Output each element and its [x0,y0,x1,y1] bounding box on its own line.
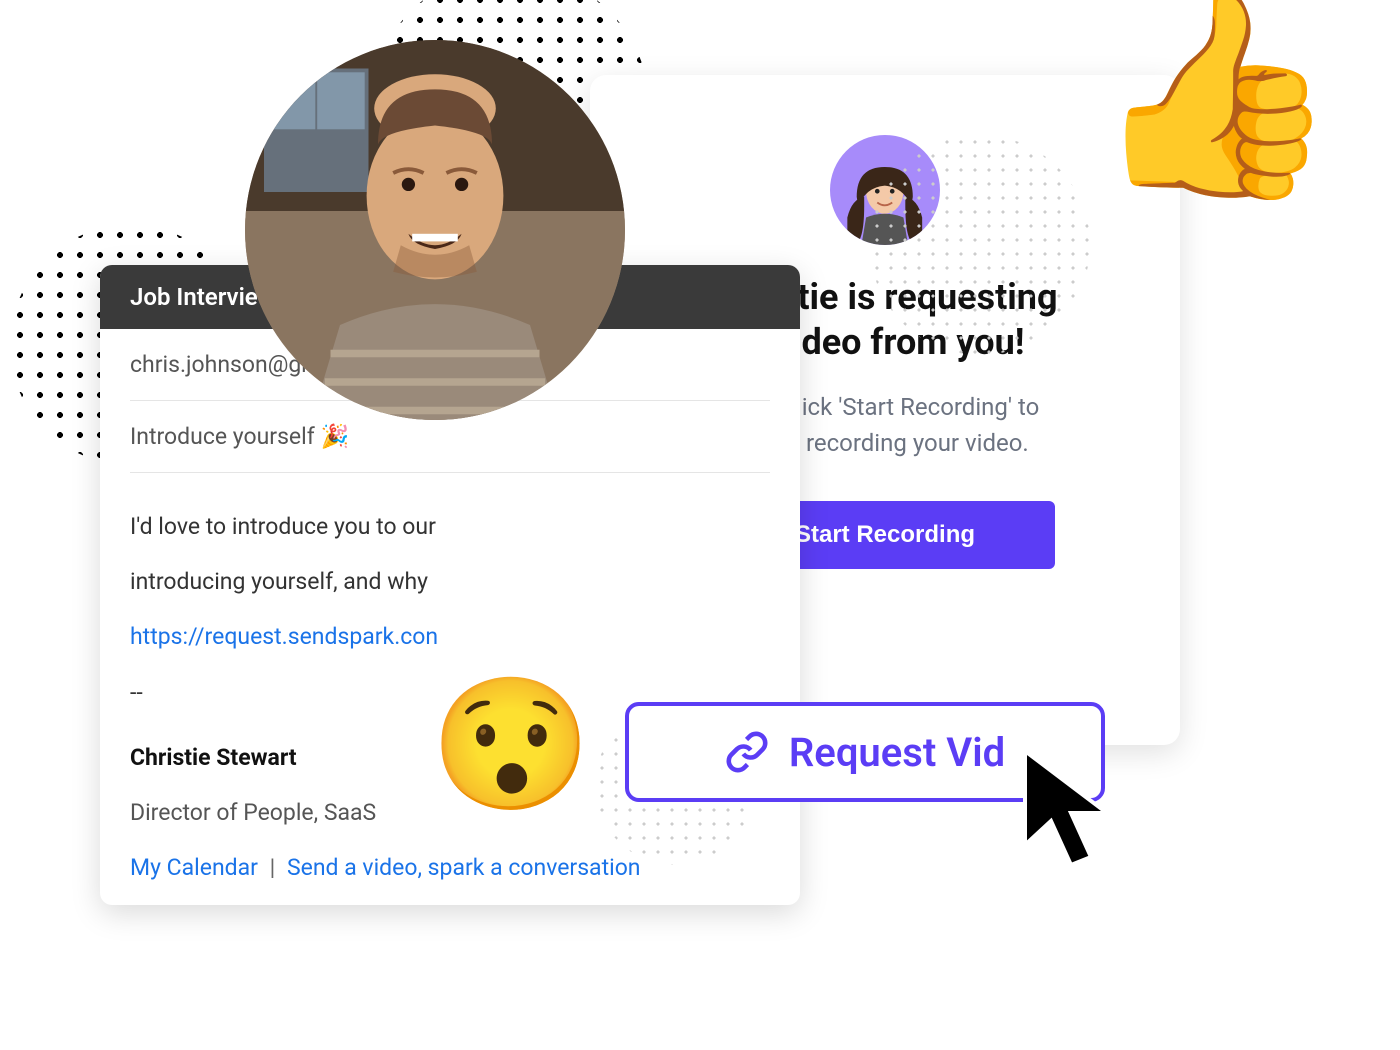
request-video-label: Request Vid [789,729,1005,776]
email-body-line: introducing yourself, and why [130,554,770,609]
my-calendar-link[interactable]: My Calendar [130,854,258,881]
separator: | [270,854,276,881]
party-popper-icon: 🎉 [320,423,349,450]
dotted-decoration [870,135,1090,355]
surprised-face-icon: 😯 [430,680,592,810]
send-video-link[interactable]: Send a video, spark a conversation [287,854,641,881]
thumbs-up-icon: 👍 [1091,0,1340,195]
email-request-link[interactable]: https://request.sendspark.con [130,623,438,650]
sender-video-thumbnail[interactable] [245,40,625,420]
email-body-line: I'd love to introduce you to our [130,499,770,554]
link-icon [725,730,769,774]
cursor-icon [1015,745,1135,895]
